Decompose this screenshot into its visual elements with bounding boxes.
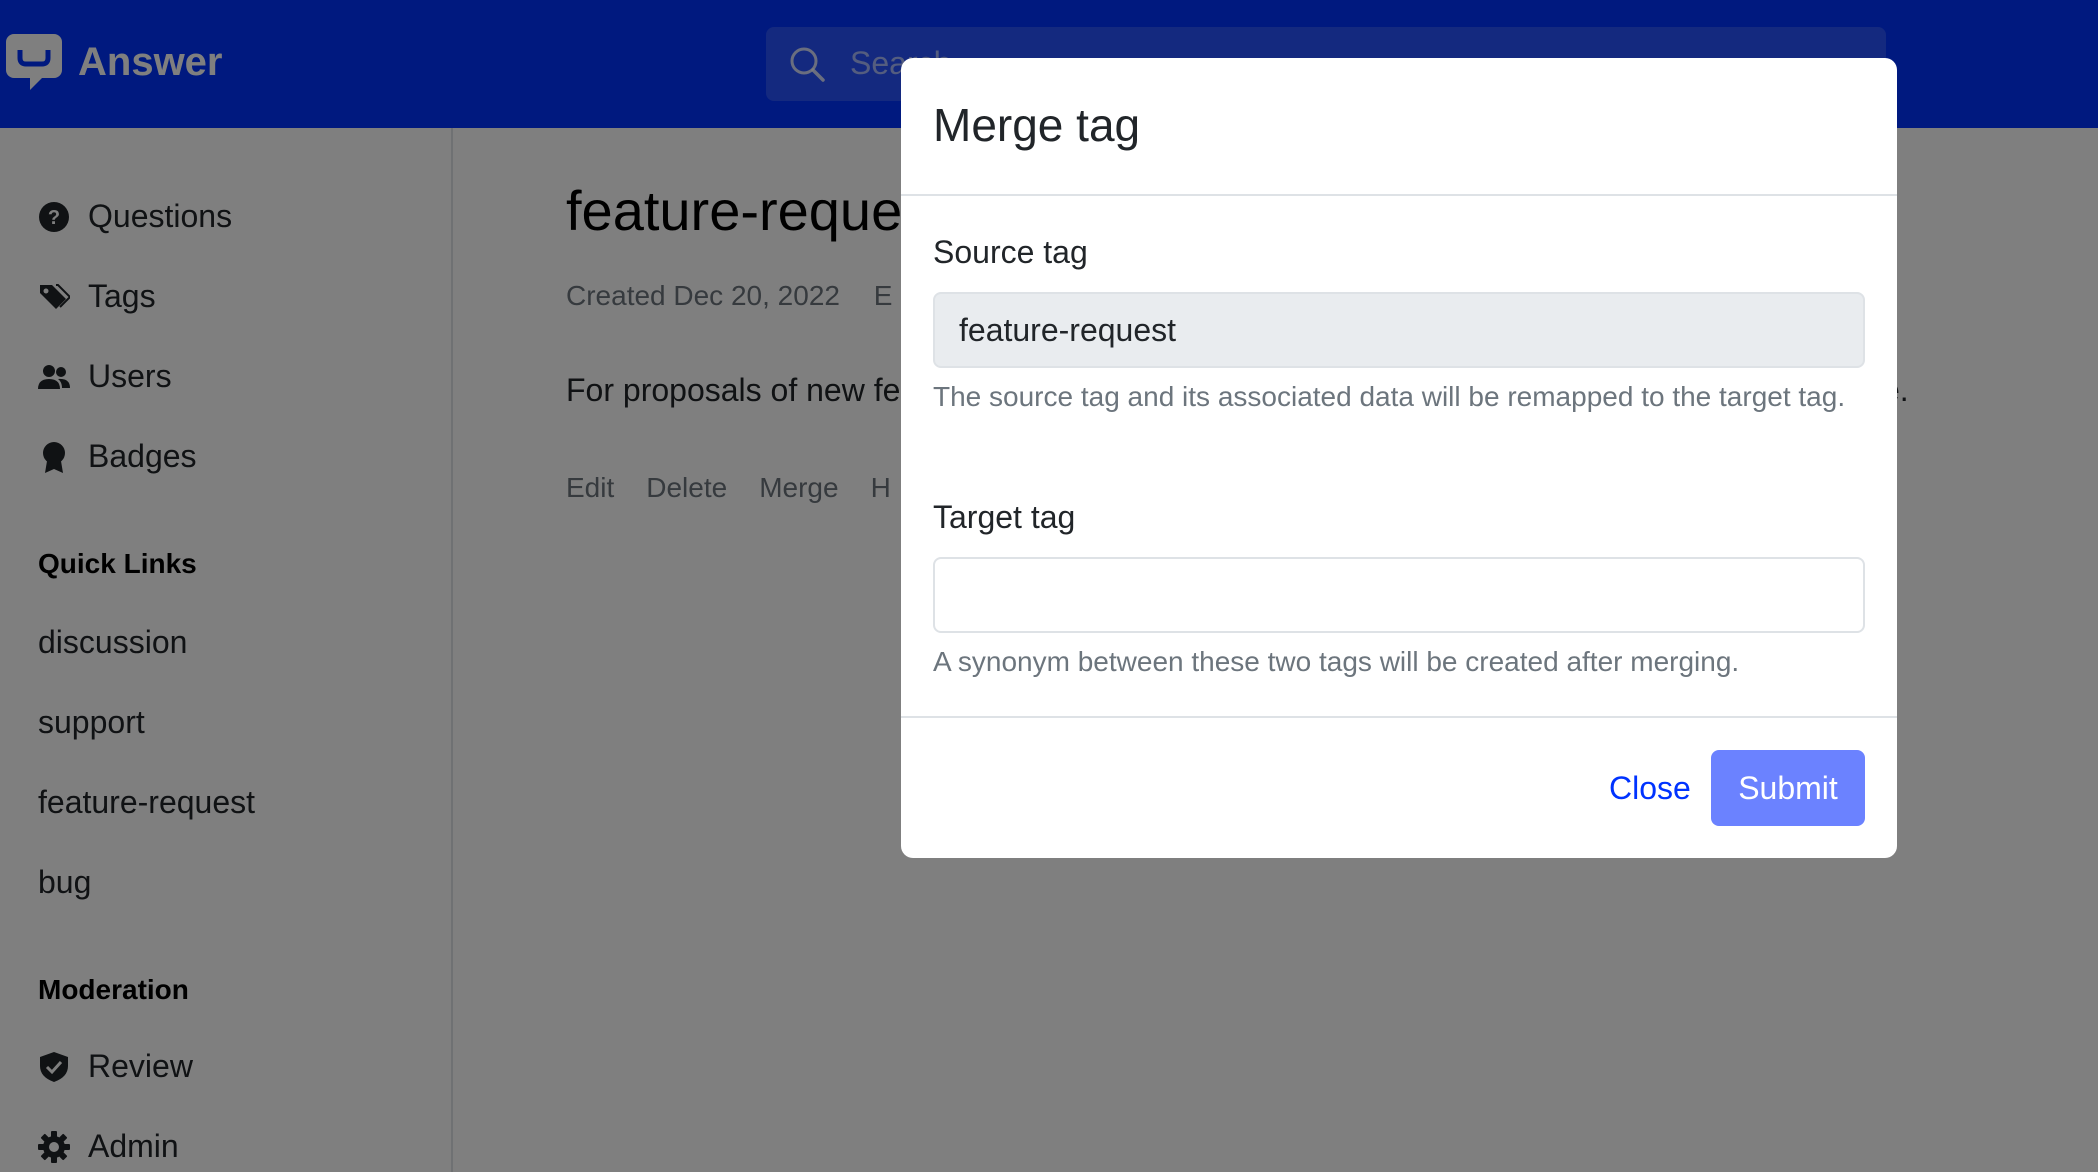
target-tag-label: Target tag: [933, 499, 1076, 535]
modal-footer: Close Submit: [901, 716, 1897, 858]
modal-title: Merge tag: [933, 99, 1141, 151]
source-tag-help: The source tag and its associated data w…: [933, 381, 1846, 412]
submit-button[interactable]: Submit: [1711, 750, 1865, 826]
modal-header: Merge tag: [901, 58, 1897, 196]
source-tag-label: Source tag: [933, 234, 1088, 270]
target-tag-help: A synonym between these two tags will be…: [933, 646, 1740, 677]
source-tag-field: feature-request: [933, 292, 1865, 368]
close-button[interactable]: Close: [1587, 750, 1713, 826]
merge-tag-dialog: Merge tag Source tag feature-request The…: [901, 58, 1897, 858]
target-tag-input[interactable]: [933, 557, 1865, 633]
